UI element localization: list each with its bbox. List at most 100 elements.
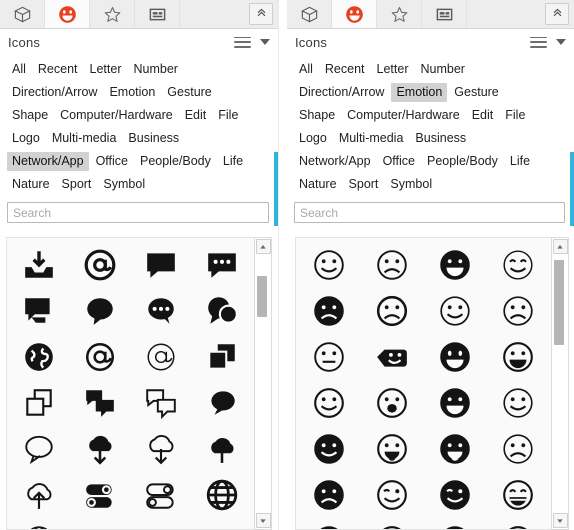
category-tag-file[interactable]: File	[500, 106, 530, 125]
face-smile-thin-icon[interactable]	[486, 242, 549, 288]
cloud-upload-filled-icon[interactable]	[191, 426, 252, 472]
face-wink-outline-icon[interactable]	[361, 472, 424, 518]
search-input[interactable]	[294, 202, 565, 223]
chats-filled-icon[interactable]	[70, 380, 131, 426]
face-happy-solid-icon[interactable]	[298, 426, 361, 472]
caret-down-icon[interactable]	[260, 39, 270, 45]
face-teeth-filled-icon[interactable]	[298, 518, 361, 529]
left-scrollbar[interactable]	[254, 237, 272, 530]
category-tag-logo[interactable]: Logo	[294, 129, 332, 148]
hamburger-menu-icon[interactable]	[234, 36, 251, 48]
face-laugh-filled-icon[interactable]	[424, 380, 487, 426]
category-tag-recent[interactable]: Recent	[320, 60, 370, 79]
right-scrollbar[interactable]	[551, 237, 569, 530]
category-tag-symbol[interactable]: Symbol	[385, 175, 437, 194]
category-tag-business[interactable]: Business	[410, 129, 471, 148]
category-tag-people-body[interactable]: People/Body	[422, 152, 503, 171]
category-tag-office[interactable]: Office	[91, 152, 133, 171]
category-tag-life[interactable]: Life	[218, 152, 248, 171]
face-frown-outline-icon[interactable]	[361, 242, 424, 288]
face-tongue-filled-icon[interactable]	[424, 426, 487, 472]
category-tag-logo[interactable]: Logo	[7, 129, 45, 148]
face-smile-small-icon[interactable]	[298, 380, 361, 426]
scroll-up-button[interactable]	[552, 239, 568, 254]
category-tag-sport[interactable]: Sport	[344, 175, 384, 194]
category-tag-gesture[interactable]: Gesture	[162, 83, 216, 102]
speech-balloon-small-icon[interactable]	[191, 380, 252, 426]
category-tag-letter[interactable]: Letter	[85, 60, 127, 79]
category-tag-letter[interactable]: Letter	[372, 60, 414, 79]
category-tag-people-body[interactable]: People/Body	[135, 152, 216, 171]
scroll-down-button[interactable]	[552, 513, 568, 528]
face-smile-tag-icon[interactable]	[361, 334, 424, 380]
category-tag-network-app[interactable]: Network/App	[7, 152, 89, 171]
category-tag-nature[interactable]: Nature	[294, 175, 342, 194]
emoji-tab[interactable]	[332, 0, 377, 28]
shapes-tab[interactable]	[0, 0, 45, 28]
category-tag-number[interactable]: Number	[415, 60, 469, 79]
speech-bubble-outline-icon[interactable]	[9, 426, 70, 472]
globe-grid-outline-icon[interactable]	[9, 518, 70, 529]
face-grin-outline-icon[interactable]	[486, 334, 549, 380]
face-neutral-icon[interactable]	[298, 334, 361, 380]
face-smile-plain-icon[interactable]	[486, 380, 549, 426]
speech-balloon-filled-icon[interactable]	[70, 288, 131, 334]
category-tag-emotion[interactable]: Emotion	[391, 83, 448, 102]
scroll-thumb[interactable]	[554, 260, 564, 346]
scroll-track[interactable]	[255, 255, 271, 513]
hamburger-menu-icon[interactable]	[530, 36, 547, 48]
face-sad-plain-icon[interactable]	[486, 426, 549, 472]
category-tag-all[interactable]: All	[7, 60, 31, 79]
scroll-thumb[interactable]	[257, 275, 267, 317]
speech-bubble-dots-icon[interactable]	[191, 242, 252, 288]
speech-bubble-filled-icon[interactable]	[131, 242, 192, 288]
category-tag-edit[interactable]: Edit	[467, 106, 499, 125]
download-box-icon[interactable]	[9, 242, 70, 288]
face-angry-icon[interactable]	[486, 518, 549, 529]
globe-earth-icon[interactable]	[9, 334, 70, 380]
face-frown-round-icon[interactable]	[486, 288, 549, 334]
category-tag-multi-media[interactable]: Multi-media	[47, 129, 122, 148]
category-tag-number[interactable]: Number	[128, 60, 182, 79]
category-tag-multi-media[interactable]: Multi-media	[334, 129, 409, 148]
category-tag-business[interactable]: Business	[123, 129, 184, 148]
category-tag-direction-arrow[interactable]: Direction/Arrow	[294, 83, 389, 102]
scroll-up-button[interactable]	[255, 239, 271, 254]
search-input[interactable]	[7, 202, 269, 223]
category-tag-gesture[interactable]: Gesture	[449, 83, 503, 102]
face-sad-outline-icon[interactable]	[361, 288, 424, 334]
at-sign-thin-icon[interactable]	[131, 334, 192, 380]
chats-overlap-icon[interactable]	[191, 288, 252, 334]
at-sign-bold-icon[interactable]	[70, 334, 131, 380]
favorites-tab[interactable]	[377, 0, 422, 28]
face-happy-filled-icon[interactable]	[424, 242, 487, 288]
emoji-tab[interactable]	[45, 0, 90, 28]
category-tag-direction-arrow[interactable]: Direction/Arrow	[7, 83, 102, 102]
face-grin-filled-icon[interactable]	[424, 334, 487, 380]
toggle-on-filled-icon[interactable]	[191, 518, 252, 529]
toggle-off-outline-icon[interactable]	[131, 518, 192, 529]
category-tag-shape[interactable]: Shape	[7, 106, 53, 125]
category-tag-all[interactable]: All	[294, 60, 318, 79]
category-tag-computer-hardware[interactable]: Computer/Hardware	[342, 106, 465, 125]
category-tag-shape[interactable]: Shape	[294, 106, 340, 125]
card-tab[interactable]	[422, 0, 467, 28]
face-tongue-outline-icon[interactable]	[361, 426, 424, 472]
chat-reply-filled-icon[interactable]	[9, 288, 70, 334]
category-tag-life[interactable]: Life	[505, 152, 535, 171]
category-tag-sport[interactable]: Sport	[57, 175, 97, 194]
face-laugh-outline-icon[interactable]	[361, 380, 424, 426]
face-smile-outline-icon[interactable]	[298, 242, 361, 288]
collapse-button[interactable]	[545, 3, 569, 25]
at-sign-circle-icon[interactable]	[70, 242, 131, 288]
toggles-filled-icon[interactable]	[70, 472, 131, 518]
chats-outline-icon[interactable]	[131, 380, 192, 426]
category-tag-computer-hardware[interactable]: Computer/Hardware	[55, 106, 178, 125]
category-tag-nature[interactable]: Nature	[7, 175, 55, 194]
cloud-download-filled-icon[interactable]	[70, 426, 131, 472]
copy-squares-filled-icon[interactable]	[191, 334, 252, 380]
toggles-outline-icon[interactable]	[131, 472, 192, 518]
category-tag-recent[interactable]: Recent	[33, 60, 83, 79]
face-wink-filled-icon[interactable]	[424, 472, 487, 518]
category-tag-network-app[interactable]: Network/App	[294, 152, 376, 171]
